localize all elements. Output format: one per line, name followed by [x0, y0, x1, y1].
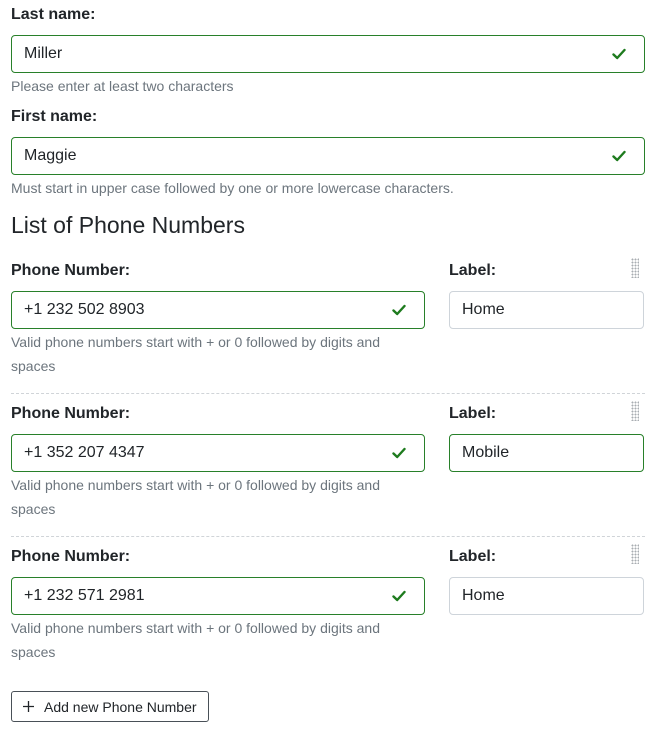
- check-icon: [612, 48, 626, 60]
- phone-number-value: +1 352 207 4347: [24, 444, 145, 461]
- drag-handle-icon[interactable]: [631, 258, 639, 278]
- phone-label-value: Home: [462, 587, 505, 604]
- phone-divider: [11, 536, 645, 537]
- phone-number-help-line1: Valid phone numbers start with + or 0 fo…: [11, 334, 381, 350]
- phone-number-help-line1: Valid phone numbers start with + or 0 fo…: [11, 620, 381, 636]
- phone-label-label: Label:: [449, 262, 497, 279]
- phone-number-input[interactable]: +1 232 502 8903: [11, 291, 425, 329]
- check-icon: [392, 304, 406, 316]
- check-icon: [392, 447, 406, 459]
- phone-number-help-line1: Valid phone numbers start with + or 0 fo…: [11, 477, 381, 493]
- phone-label-input[interactable]: Mobile: [449, 434, 644, 472]
- phone-divider: [11, 393, 645, 394]
- last-name-help: Please enter at least two characters: [11, 78, 234, 94]
- first-name-value: Maggie: [24, 147, 77, 164]
- first-name-help: Must start in upper case followed by one…: [11, 180, 454, 196]
- phone-label-label: Label:: [449, 405, 497, 422]
- first-name-label: First name:: [11, 108, 98, 125]
- phone-number-help: Valid phone numbers start with + or 0 fo…: [11, 330, 380, 378]
- phone-label-input[interactable]: Home: [449, 291, 644, 329]
- drag-handle-icon[interactable]: [631, 544, 639, 564]
- phone-label-input[interactable]: Home: [449, 577, 644, 615]
- add-phone-number-label: Add new Phone Number: [44, 698, 197, 715]
- phone-number-value: +1 232 571 2981: [24, 587, 145, 604]
- phone-number-help: Valid phone numbers start with + or 0 fo…: [11, 473, 380, 521]
- phone-number-label: Phone Number:: [11, 262, 131, 279]
- phone-label-label: Label:: [449, 548, 497, 565]
- phone-number-input[interactable]: +1 352 207 4347: [11, 434, 425, 472]
- phones-heading: List of Phone Numbers: [11, 212, 245, 238]
- last-name-input[interactable]: Miller: [11, 35, 645, 73]
- plus-icon: [23, 701, 34, 712]
- phone-number-label: Phone Number:: [11, 405, 131, 422]
- add-phone-number-button[interactable]: Add new Phone Number: [11, 691, 209, 722]
- phone-number-input[interactable]: +1 232 571 2981: [11, 577, 425, 615]
- check-icon: [612, 150, 626, 162]
- phone-number-help: Valid phone numbers start with + or 0 fo…: [11, 616, 380, 664]
- phone-number-label: Phone Number:: [11, 548, 131, 565]
- phone-label-value: Mobile: [462, 444, 510, 461]
- first-name-input[interactable]: Maggie: [11, 137, 645, 175]
- phone-number-value: +1 232 502 8903: [24, 301, 145, 318]
- check-icon: [392, 590, 406, 602]
- last-name-value: Miller: [24, 45, 63, 62]
- phone-number-help-line2: spaces: [11, 644, 56, 660]
- phone-number-help-line2: spaces: [11, 501, 56, 517]
- phone-number-help-line2: spaces: [11, 358, 56, 374]
- drag-handle-icon[interactable]: [631, 401, 639, 421]
- phone-label-value: Home: [462, 301, 505, 318]
- last-name-label: Last name:: [11, 6, 96, 23]
